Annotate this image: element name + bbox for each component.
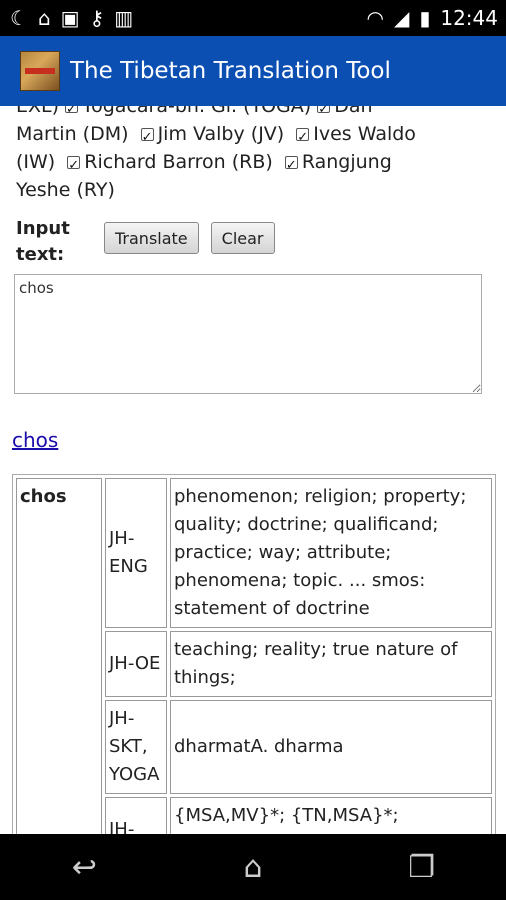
- result-definition: phenomenon; religion; property; quality;…: [170, 478, 492, 628]
- home-icon: ⌂: [37, 6, 51, 30]
- checkbox-jv[interactable]: [140, 124, 154, 152]
- status-time: 12:44: [440, 6, 498, 30]
- input-textarea[interactable]: chos: [14, 274, 482, 394]
- dict-label-rb: Richard Barron (RB): [84, 151, 273, 173]
- checkbox-rb[interactable]: [67, 152, 81, 180]
- result-term-link[interactable]: chos: [12, 428, 58, 452]
- dict-label-yoga: Yogacara-bh. Gl. (YOGA): [82, 106, 312, 117]
- navigation-bar: ↩ ⌂ ❐: [0, 834, 506, 900]
- app-bar: The Tibetan Translation Tool: [0, 36, 506, 106]
- key-icon: ⚷: [89, 6, 105, 30]
- dict-label-jv: Jim Valby (JV): [157, 123, 285, 145]
- dict-prefix: EXL): [16, 106, 60, 117]
- moon-icon: ☾: [10, 6, 28, 30]
- result-term: chos: [16, 478, 102, 834]
- wifi-icon: ◠: [366, 6, 384, 30]
- home-button-icon[interactable]: ⌂: [213, 850, 293, 885]
- dict-label-dm-2: Martin (DM): [16, 123, 129, 145]
- checkbox-dm[interactable]: [317, 106, 331, 124]
- result-source: JH-SKT, YOGA: [105, 700, 167, 794]
- dict-label-ry-1: Rangjung: [301, 151, 392, 173]
- input-label: Input text:: [16, 218, 70, 265]
- results-table: chos JH-ENG phenomenon; religion; proper…: [12, 474, 496, 834]
- status-left: ☾ ⌂ ▣ ⚷ ▥: [10, 8, 133, 28]
- battery-icon: ▮: [419, 6, 431, 30]
- dict-label-dm-1: Dan: [334, 106, 373, 117]
- recents-icon[interactable]: ❐: [382, 850, 462, 885]
- back-icon[interactable]: ↩: [44, 850, 124, 885]
- page-inner: EXL) Yogacara-bh. Gl. (YOGA) Dan Martin (D…: [0, 106, 506, 834]
- translate-button[interactable]: Translate: [104, 222, 199, 254]
- barcode-icon: ▥: [114, 6, 134, 30]
- result-source: JH-: [105, 797, 167, 834]
- checkbox-yoga[interactable]: [65, 106, 79, 124]
- result-source: JH-OE: [105, 631, 167, 697]
- table-row: chos JH-ENG phenomenon; religion; proper…: [16, 478, 492, 834]
- app-logo-icon: [20, 51, 60, 91]
- result-definition: dharmatA. dharma: [170, 700, 492, 794]
- status-right: ◠ ◢ ▮ 12:44: [367, 6, 499, 30]
- image-icon: ▣: [60, 6, 80, 30]
- checkbox-iw[interactable]: [296, 124, 310, 152]
- signal-icon: ◢: [393, 6, 410, 30]
- dict-label-iw-2: (IW): [16, 151, 56, 173]
- page-content[interactable]: EXL) Yogacara-bh. Gl. (YOGA) Dan Martin (D…: [0, 106, 506, 834]
- status-bar: ☾ ⌂ ▣ ⚷ ▥ ◠ ◢ ▮ 12:44: [0, 0, 506, 36]
- result-definition: teaching; reality; true nature of things…: [170, 631, 492, 697]
- app-title: The Tibetan Translation Tool: [70, 58, 391, 84]
- input-row: Input text: Translate Clear: [0, 204, 506, 268]
- result-source: JH-ENG: [105, 478, 167, 628]
- result-definition: {MSA,MV}*; {TN,MSA}*; {MSA}dharama ... s…: [170, 797, 492, 834]
- checkbox-ry[interactable]: [284, 152, 298, 180]
- clear-button[interactable]: Clear: [210, 222, 275, 254]
- dict-label-ry-2: Yeshe (RY): [16, 179, 115, 201]
- dict-label-iw-1: Ives Waldo: [313, 123, 416, 145]
- dictionary-list: EXL) Yogacara-bh. Gl. (YOGA) Dan Martin (D…: [0, 106, 506, 204]
